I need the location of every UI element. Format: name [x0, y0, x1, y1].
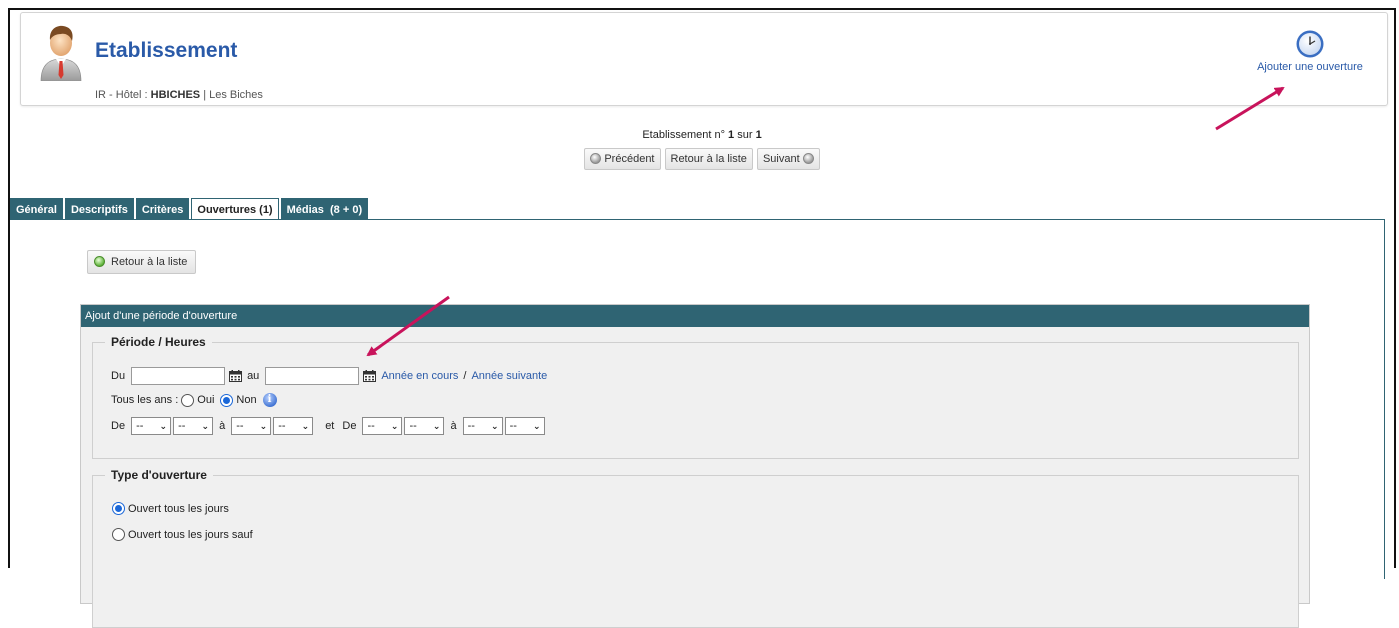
tab-ouvertures[interactable]: Ouvertures (1) — [191, 198, 279, 221]
select-value: -- — [136, 420, 144, 432]
hotel-code: HBICHES — [150, 89, 201, 101]
tab-general[interactable]: Général — [10, 198, 63, 220]
hours-from-label: De — [111, 420, 126, 432]
select-value: -- — [509, 420, 517, 432]
page-header: Etablissement IR - Hôtel : HBICHES | Les… — [20, 12, 1388, 106]
period-legend: Période / Heures — [111, 335, 206, 349]
breadcrumb: IR - Hôtel : HBICHES | Les Biches — [95, 89, 263, 101]
chevron-down-icon: ⌄ — [259, 420, 268, 431]
chevron-down-icon: ⌄ — [390, 420, 399, 431]
yearly-no-radio[interactable] — [220, 393, 234, 407]
add-opening-label[interactable]: Ajouter une ouverture — [1257, 61, 1363, 73]
type-fieldset: Type d'ouverture Ouvert tous les jours O… — [92, 468, 1299, 628]
open-every-day-radio[interactable] — [112, 502, 125, 515]
hours-from-label-2: De — [342, 420, 357, 432]
chevron-down-icon: ⌄ — [159, 420, 168, 431]
section-title: Ajout d'une période d'ouverture — [81, 305, 1309, 327]
hour-select-2[interactable]: -- ⌄ — [231, 417, 272, 435]
add-period-section: Ajout d'une période d'ouverture Période … — [80, 304, 1310, 628]
previous-icon — [590, 153, 602, 164]
chevron-down-icon: ⌄ — [533, 420, 541, 431]
chevron-down-icon: ⌄ — [432, 420, 441, 431]
select-value: -- — [278, 420, 286, 432]
counter-mid: sur — [734, 129, 756, 141]
counter-prefix: Etablissement n° — [642, 129, 729, 141]
and-label: et — [325, 420, 335, 432]
chevron-down-icon: ⌄ — [201, 420, 210, 431]
date-range-row: Du au Année en cours / Année suivante — [111, 367, 547, 385]
type-option-row: Ouvert tous les jours sauf — [109, 528, 253, 541]
no-label: Non — [236, 394, 257, 406]
back-to-list-label: Retour à la liste — [670, 153, 747, 165]
yearly-label: Tous les ans : — [111, 394, 179, 406]
info-icon[interactable]: i — [262, 393, 277, 407]
select-value: -- — [367, 420, 375, 432]
add-opening-link[interactable]: Ajouter une ouverture — [1245, 29, 1375, 73]
type-option-row: Ouvert tous les jours — [109, 502, 229, 515]
next-button[interactable]: Suivant — [756, 148, 820, 170]
link-separator: / — [463, 370, 467, 382]
chevron-down-icon: ⌄ — [491, 420, 499, 431]
tab-criteres[interactable]: Critères — [135, 198, 190, 220]
hours-to-label: à — [219, 420, 226, 432]
type-legend: Type d'ouverture — [111, 468, 207, 482]
select-value: -- — [236, 420, 244, 432]
hours-to-label-2: à — [450, 420, 457, 432]
calendar-icon[interactable] — [363, 370, 377, 382]
tab-descriptifs[interactable]: Descriptifs — [64, 198, 134, 220]
back-icon — [94, 256, 105, 267]
minute-select-2[interactable]: -- ⌄ — [273, 417, 314, 435]
open-every-day-except-radio[interactable] — [112, 528, 125, 541]
yearly-yes-radio[interactable] — [181, 393, 195, 407]
clock-icon — [1296, 30, 1324, 58]
next-icon — [802, 153, 814, 164]
next-year-link[interactable]: Année suivante — [471, 370, 547, 382]
panel-back-label: Retour à la liste — [111, 256, 188, 268]
previous-label: Précédent — [604, 153, 655, 165]
select-value: -- — [409, 420, 417, 432]
to-date-input[interactable] — [265, 367, 360, 385]
tab-bar: Général Descriptifs Critères Ouvertures … — [10, 198, 370, 221]
minute-select-3[interactable]: -- ⌄ — [404, 417, 445, 435]
to-label: au — [247, 370, 260, 382]
chevron-down-icon: ⌄ — [301, 420, 310, 431]
period-fieldset: Période / Heures Du au Année en cours / … — [92, 335, 1299, 459]
yes-label: Oui — [197, 394, 215, 406]
user-avatar-icon — [40, 25, 82, 81]
app-frame: Etablissement IR - Hôtel : HBICHES | Les… — [8, 8, 1396, 628]
hours-row: De -- ⌄ -- ⌄ à -- ⌄ -- ⌄ et De -- ⌄ -- ⌄ à -- ⌄… — [111, 417, 547, 435]
from-label: Du — [111, 370, 126, 382]
tab-medias[interactable]: Médias (8 + 0) — [280, 198, 369, 220]
open-every-day-except-label: Ouvert tous les jours sauf — [128, 528, 253, 541]
current-year-link[interactable]: Année en cours — [381, 370, 458, 382]
panel-back-button[interactable]: Retour à la liste — [87, 250, 197, 274]
page-title: Etablissement — [95, 39, 238, 62]
record-nav: Précédent Retour à la liste Suivant — [10, 148, 1394, 170]
back-to-list-button[interactable]: Retour à la liste — [664, 148, 753, 170]
from-date-input[interactable] — [131, 367, 226, 385]
next-label: Suivant — [762, 153, 800, 165]
minute-select-4[interactable]: -- ⌄ — [504, 417, 545, 435]
minute-select-1[interactable]: -- ⌄ — [173, 417, 214, 435]
select-value: -- — [467, 420, 475, 432]
hour-select-3[interactable]: -- ⌄ — [362, 417, 403, 435]
tab-panel-ouvertures: Retour à la liste Ajout d'une période d'… — [10, 219, 1385, 628]
hotel-name: | Les Biches — [200, 89, 263, 101]
record-counter: Etablissement n° 1 sur 1 — [10, 129, 1394, 141]
calendar-icon[interactable] — [229, 370, 243, 382]
previous-button[interactable]: Précédent — [584, 148, 661, 170]
counter-total: 1 — [755, 129, 762, 141]
open-every-day-label: Ouvert tous les jours — [128, 502, 229, 515]
hour-select-4[interactable]: -- ⌄ — [462, 417, 503, 435]
subtitle-prefix: IR - Hôtel : — [95, 89, 151, 101]
hour-select-1[interactable]: -- ⌄ — [131, 417, 172, 435]
select-value: -- — [178, 420, 186, 432]
yearly-row: Tous les ans : Oui Non i — [111, 393, 277, 407]
